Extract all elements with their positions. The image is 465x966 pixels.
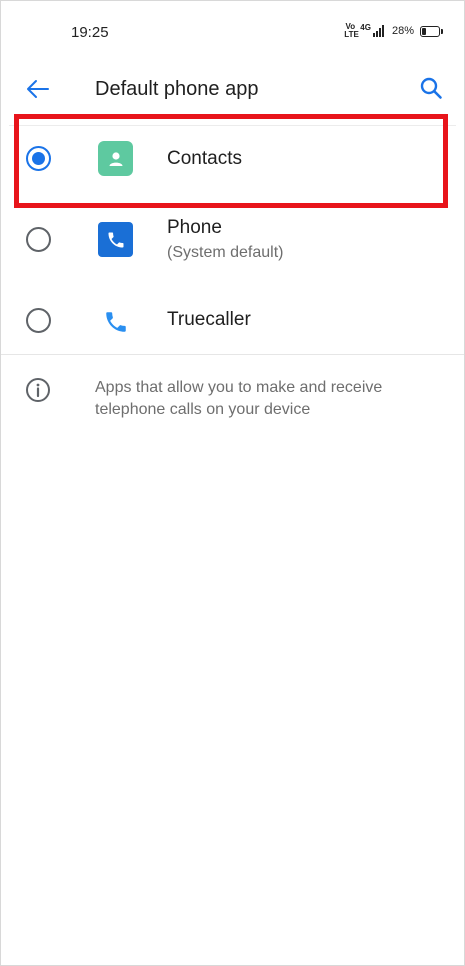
status-indicators: Vo LTE 4G 28% — [344, 22, 443, 39]
page-title: Default phone app — [95, 78, 259, 100]
arrow-back-icon — [27, 80, 49, 98]
info-text: Apps that allow you to make and receive … — [95, 379, 383, 418]
option-label: Phone — [167, 217, 222, 238]
search-icon — [420, 77, 442, 99]
truecaller-icon — [98, 304, 133, 339]
option-subtitle: (System default) — [167, 244, 284, 261]
app-bar: Default phone app — [1, 61, 465, 117]
status-time: 19:25 — [71, 24, 109, 41]
search-button[interactable] — [416, 73, 446, 103]
network-type: 4G — [360, 22, 371, 32]
option-phone[interactable]: Phone (System default) — [1, 206, 465, 276]
option-label: Contacts — [167, 148, 242, 169]
option-contacts[interactable]: Contacts — [1, 126, 465, 196]
contacts-icon — [98, 141, 133, 176]
option-truecaller[interactable]: Truecaller — [1, 286, 465, 354]
battery-percentage: 28% — [391, 25, 414, 37]
status-bar: 19:25 Vo LTE 4G 28% — [1, 1, 465, 61]
phone-icon — [98, 222, 133, 257]
battery-icon — [420, 25, 443, 37]
volte-indicator: Vo LTE — [344, 22, 359, 39]
divider — [1, 354, 464, 355]
radio-phone[interactable] — [26, 227, 51, 252]
option-label: Truecaller — [167, 309, 251, 330]
info-icon — [26, 378, 50, 402]
radio-contacts[interactable] — [26, 146, 51, 171]
back-button[interactable] — [23, 75, 53, 103]
signal-icon — [372, 25, 384, 37]
radio-truecaller[interactable] — [26, 308, 51, 333]
